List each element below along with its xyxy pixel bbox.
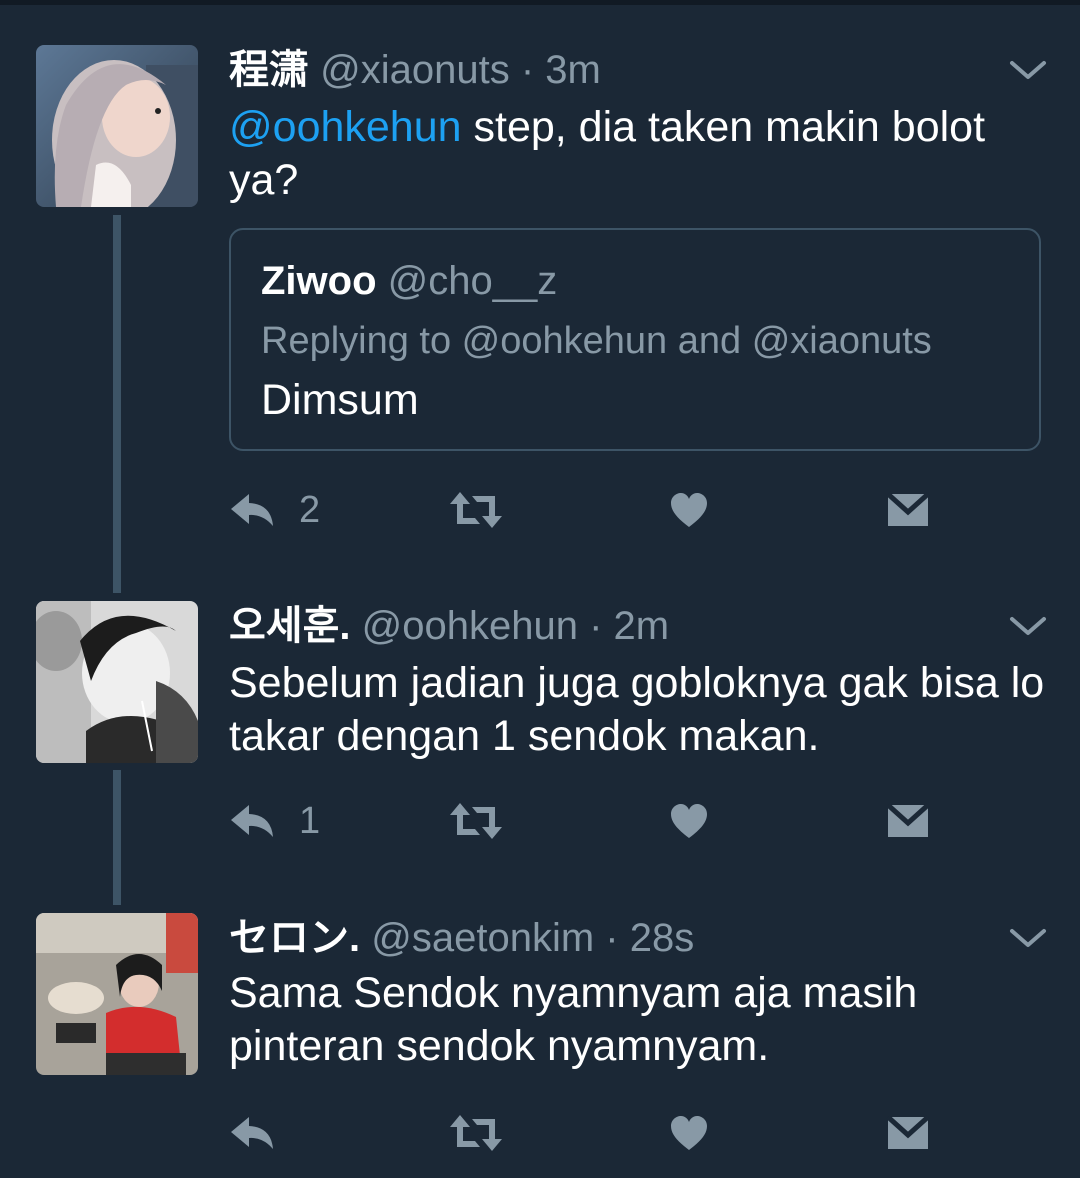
timestamp[interactable]: 3m: [545, 48, 601, 92]
like-icon: [671, 1116, 707, 1150]
reply-button[interactable]: 2: [229, 485, 320, 535]
action-bar: 1: [0, 796, 1080, 846]
like-button[interactable]: [669, 1108, 709, 1158]
quote-text: Dimsum: [261, 376, 419, 424]
retweet-icon: [450, 492, 502, 528]
tweet-header: セロン. @saetonkim · 28s: [229, 913, 694, 963]
retweet-button[interactable]: [448, 796, 504, 846]
mention-link[interactable]: @oohkehun: [229, 103, 462, 151]
tweet[interactable]: 程潇 @xiaonuts · 3m @oohkehun step, dia ta…: [0, 45, 1080, 545]
quote-replying-to: Replying to @oohkehun and @xiaonuts: [261, 320, 932, 362]
retweet-icon: [450, 1115, 502, 1151]
handle[interactable]: @oohkehun: [362, 604, 578, 648]
separator-dot: ·: [605, 916, 619, 960]
tweet[interactable]: 오세훈. @oohkehun · 2m Sebelum jadian juga …: [0, 601, 1080, 851]
quote-header: Ziwoo @cho__z: [261, 256, 557, 306]
action-bar: 2: [0, 485, 1080, 535]
reply-icon: [231, 1117, 273, 1149]
chevron-down-icon[interactable]: [1006, 55, 1050, 85]
dm-button[interactable]: [886, 485, 930, 535]
quoted-tweet[interactable]: Ziwoo @cho__z Replying to @oohkehun and …: [229, 228, 1041, 451]
chevron-down-icon[interactable]: [1006, 923, 1050, 953]
timestamp[interactable]: 28s: [630, 916, 695, 960]
dm-button[interactable]: [886, 1108, 930, 1158]
reply-button[interactable]: 1: [229, 796, 320, 846]
reply-count: 2: [299, 488, 321, 531]
tweet-text: Sama Sendok nyamnyam aja masih pinteran …: [229, 969, 918, 1070]
tweet-header: 오세훈. @oohkehun · 2m: [229, 601, 669, 651]
tweet-text: Sebelum jadian juga gobloknya gak bisa l…: [229, 659, 1045, 760]
display-name[interactable]: 오세훈.: [229, 604, 351, 648]
display-name[interactable]: セロン.: [229, 916, 360, 960]
chevron-down-icon[interactable]: [1006, 611, 1050, 641]
reply-count: 1: [299, 799, 321, 842]
separator-dot: ·: [589, 604, 603, 648]
timestamp[interactable]: 2m: [614, 604, 670, 648]
display-name[interactable]: 程潇: [229, 48, 309, 92]
top-divider: [0, 0, 1080, 5]
like-icon: [671, 493, 707, 527]
tweet-text: @oohkehun step, dia taken makin bolot ya…: [229, 101, 1049, 207]
retweet-button[interactable]: [448, 1108, 504, 1158]
quote-display-name: Ziwoo: [261, 259, 377, 303]
handle[interactable]: @xiaonuts: [320, 48, 510, 92]
like-button[interactable]: [669, 485, 709, 535]
avatar[interactable]: [36, 913, 198, 1075]
dm-icon: [886, 1115, 930, 1149]
quote-handle: @cho__z: [387, 259, 558, 303]
separator-dot: ·: [520, 48, 535, 92]
like-button[interactable]: [669, 796, 709, 846]
reply-button[interactable]: [229, 1108, 299, 1158]
handle[interactable]: @saetonkim: [371, 916, 594, 960]
reply-icon: [231, 494, 273, 526]
avatar[interactable]: [36, 45, 198, 207]
retweet-icon: [450, 803, 502, 839]
dm-icon: [886, 492, 930, 526]
dm-button[interactable]: [886, 796, 930, 846]
retweet-button[interactable]: [448, 485, 504, 535]
avatar[interactable]: [36, 601, 198, 763]
tweet-header: 程潇 @xiaonuts · 3m: [229, 45, 601, 95]
tweet[interactable]: セロン. @saetonkim · 28s Sama Sendok nyamny…: [0, 913, 1080, 1163]
dm-icon: [886, 803, 930, 837]
action-bar: [0, 1108, 1080, 1158]
reply-icon: [231, 805, 273, 837]
like-icon: [671, 804, 707, 838]
